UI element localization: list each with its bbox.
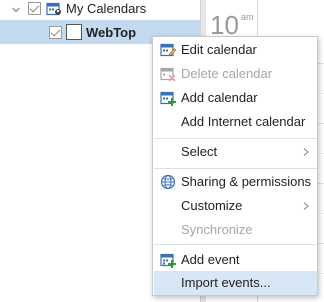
menu-item-synchronize[interactable]: Synchronize [154,218,317,242]
chevron-down-icon[interactable] [12,6,20,14]
menu-item-label: Sharing & permissions [181,174,312,189]
menu-item-label: Import events... [181,275,271,290]
calendar-group-label: My Calendars [66,1,147,16]
chevron-right-icon [303,202,309,210]
menu-item-sharing-permissions[interactable]: Sharing & permissions [154,170,317,194]
menu-item-add-internet-calendar[interactable]: Add Internet calendar [154,110,317,134]
add-calendar-icon [160,91,176,106]
calendar-group-icon [46,2,61,16]
delete-calendar-icon [160,67,176,82]
calendar-item-label: WebTop [86,25,137,40]
menu-item-add-calendar[interactable]: Add calendar [154,86,317,110]
add-event-icon [160,253,176,268]
menu-item-label: Customize [181,198,243,213]
menu-item-label: Synchronize [181,222,253,237]
menu-item-add-event[interactable]: Add event [154,248,317,272]
menu-item-label: Select [181,144,218,159]
menu-item-delete-calendar[interactable]: Delete calendar [154,62,317,86]
menu-item-customize[interactable]: Customize [154,194,317,218]
menu-separator [154,168,317,169]
calendar-context-menu: Edit calendar Delete calendar Add calend… [152,36,318,296]
menu-item-label: Delete calendar [181,66,273,81]
webtop-checkbox[interactable] [49,26,62,39]
menu-separator [154,244,317,245]
edit-calendar-icon [160,43,176,57]
chevron-right-icon [303,148,309,156]
menu-separator [154,138,317,139]
menu-item-import-events[interactable]: Import events... [154,271,317,295]
my-calendars-checkbox[interactable] [28,2,41,15]
menu-item-label: Add Internet calendar [181,114,306,129]
menu-item-edit-calendar[interactable]: Edit calendar [154,38,317,62]
ampm-label: am [241,12,254,22]
menu-item-label: Add calendar [181,90,258,105]
menu-item-label: Add event [181,252,240,267]
menu-item-label: Edit calendar [181,42,257,57]
globe-icon [160,174,176,190]
menu-item-select[interactable]: Select [154,140,317,164]
calendar-color-swatch[interactable] [66,24,82,40]
